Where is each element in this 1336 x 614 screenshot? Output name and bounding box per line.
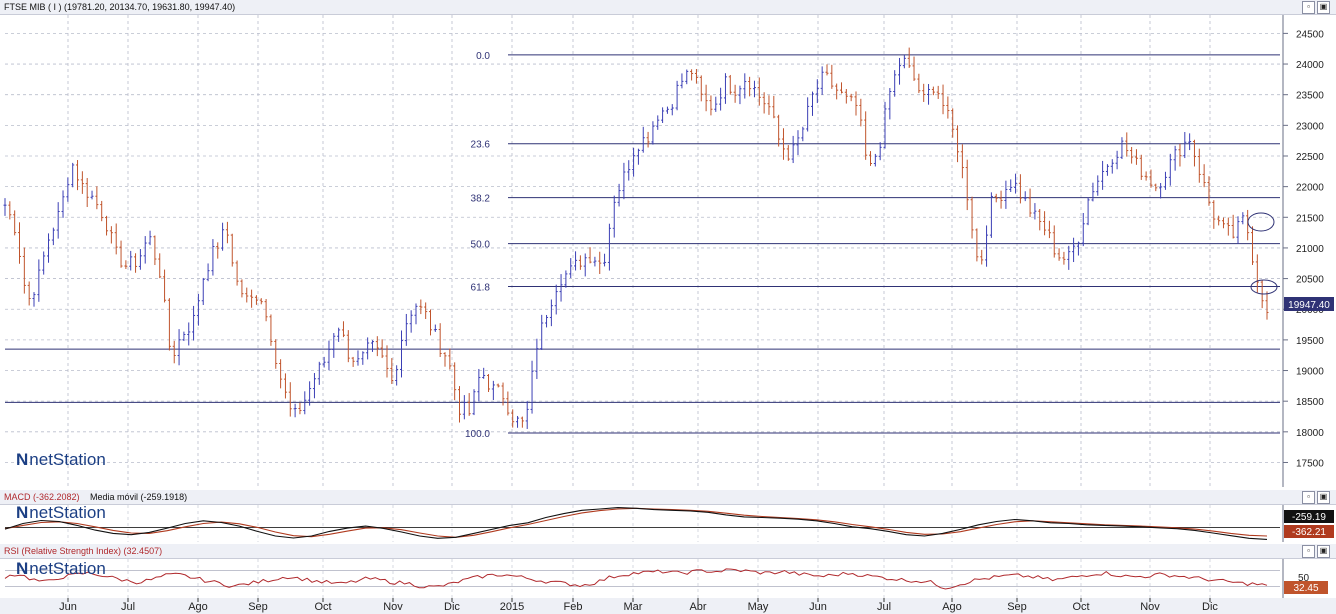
maximize-button[interactable]: ▣ [1317, 1, 1330, 14]
x-tick-label: Ago [188, 601, 208, 613]
macd-panel-header: MACD (-362.2082) Media móvil (-259.1918)… [0, 490, 1336, 505]
y-tick-label: 23500 [1296, 91, 1324, 102]
x-tick-label: Abr [689, 601, 706, 613]
x-tick-label: Nov [1140, 601, 1160, 613]
y-tick-label: 18500 [1296, 397, 1324, 408]
x-tick-label: Ago [942, 601, 962, 613]
macd-panel-buttons: ▫ ▣ [1302, 491, 1330, 504]
rsi-chart[interactable]: 50 32.45 [0, 559, 1336, 598]
fib-label: 23.6 [471, 140, 491, 151]
rsi-panel-header: RSI (Relative Strength Index) (32.4507) … [0, 544, 1336, 559]
x-tick-label: Feb [564, 601, 583, 613]
netstation-logo-macd: NnetStation [16, 503, 106, 522]
x-tick-label: May [748, 601, 769, 613]
x-tick-label: Jun [809, 601, 827, 613]
x-tick-label: Dic [1202, 601, 1218, 613]
minimize-button[interactable]: ▫ [1302, 1, 1315, 14]
x-tick-label: Nov [383, 601, 403, 613]
y-tick-label: 24000 [1296, 60, 1324, 71]
y-tick-label: 23000 [1296, 121, 1324, 132]
y-tick-label: 24500 [1296, 29, 1324, 40]
macd-title: MACD (-362.2082) [4, 492, 80, 502]
x-tick-label: 2015 [500, 601, 524, 613]
time-axis: Jun Jul Ago Sep Oct Nov Dic 2015 Feb Mar Abr May Jun… [0, 598, 1336, 614]
y-tick-label: 21500 [1296, 213, 1324, 224]
x-tick-label: Oct [1072, 601, 1089, 613]
rsi-value: 32.45 [1293, 583, 1318, 594]
x-tick-label: Dic [444, 601, 460, 613]
x-tick-label: Oct [314, 601, 331, 613]
macd-value: -362.21 [1292, 527, 1326, 538]
x-tick-label: Jun [59, 601, 77, 613]
main-panel-buttons: ▫ ▣ [1302, 1, 1330, 14]
y-tick-label: 20500 [1296, 275, 1324, 286]
x-tick-label: Mar [624, 601, 643, 613]
netstation-logo: NnetStation [16, 450, 106, 469]
rsi-title: RSI (Relative Strength Index) (32.4507) [4, 546, 163, 556]
macd-minimize-button[interactable]: ▫ [1302, 491, 1315, 504]
macd-maximize-button[interactable]: ▣ [1317, 491, 1330, 504]
rsi-panel-buttons: ▫ ▣ [1302, 545, 1330, 558]
y-tick-label: 21000 [1296, 244, 1324, 255]
rsi-minimize-button[interactable]: ▫ [1302, 545, 1315, 558]
y-tick-label: 22000 [1296, 183, 1324, 194]
fib-label: 50.0 [471, 240, 491, 251]
main-panel-title: FTSE MIB ( I ) (19781.20, 20134.70, 1963… [4, 2, 236, 12]
macd-chart[interactable]: -259.19 -362.21 [0, 505, 1336, 542]
fib-label: 0.0 [476, 51, 490, 62]
x-tick-label: Sep [1007, 601, 1027, 613]
x-tick-label: Sep [248, 601, 268, 613]
x-tick-label: Jul [121, 601, 135, 613]
price-chart[interactable]: 0.0 23.6 38.2 50.0 61.8 100.0 24500 24000 23500… [0, 15, 1336, 487]
fib-label: 100.0 [465, 429, 490, 440]
fib-label: 61.8 [471, 283, 491, 294]
macd-ma-title: Media móvil (-259.1918) [90, 492, 188, 502]
fib-label: 38.2 [471, 194, 491, 205]
last-value-label: 19947.40 [1288, 300, 1330, 311]
y-tick-label: 19000 [1296, 367, 1324, 378]
last-value-marker: 19947.40 [1284, 297, 1334, 311]
y-tick-label: 17500 [1296, 458, 1324, 469]
rsi-maximize-button[interactable]: ▣ [1317, 545, 1330, 558]
y-tick-label: 19500 [1296, 336, 1324, 347]
x-tick-label: Jul [877, 601, 891, 613]
main-panel-header: FTSE MIB ( I ) (19781.20, 20134.70, 1963… [0, 0, 1336, 15]
y-tick-label: 22500 [1296, 152, 1324, 163]
macd-ma-value: -259.19 [1292, 512, 1326, 523]
netstation-logo-rsi: NnetStation [16, 559, 106, 578]
y-tick-label: 18000 [1296, 428, 1324, 439]
